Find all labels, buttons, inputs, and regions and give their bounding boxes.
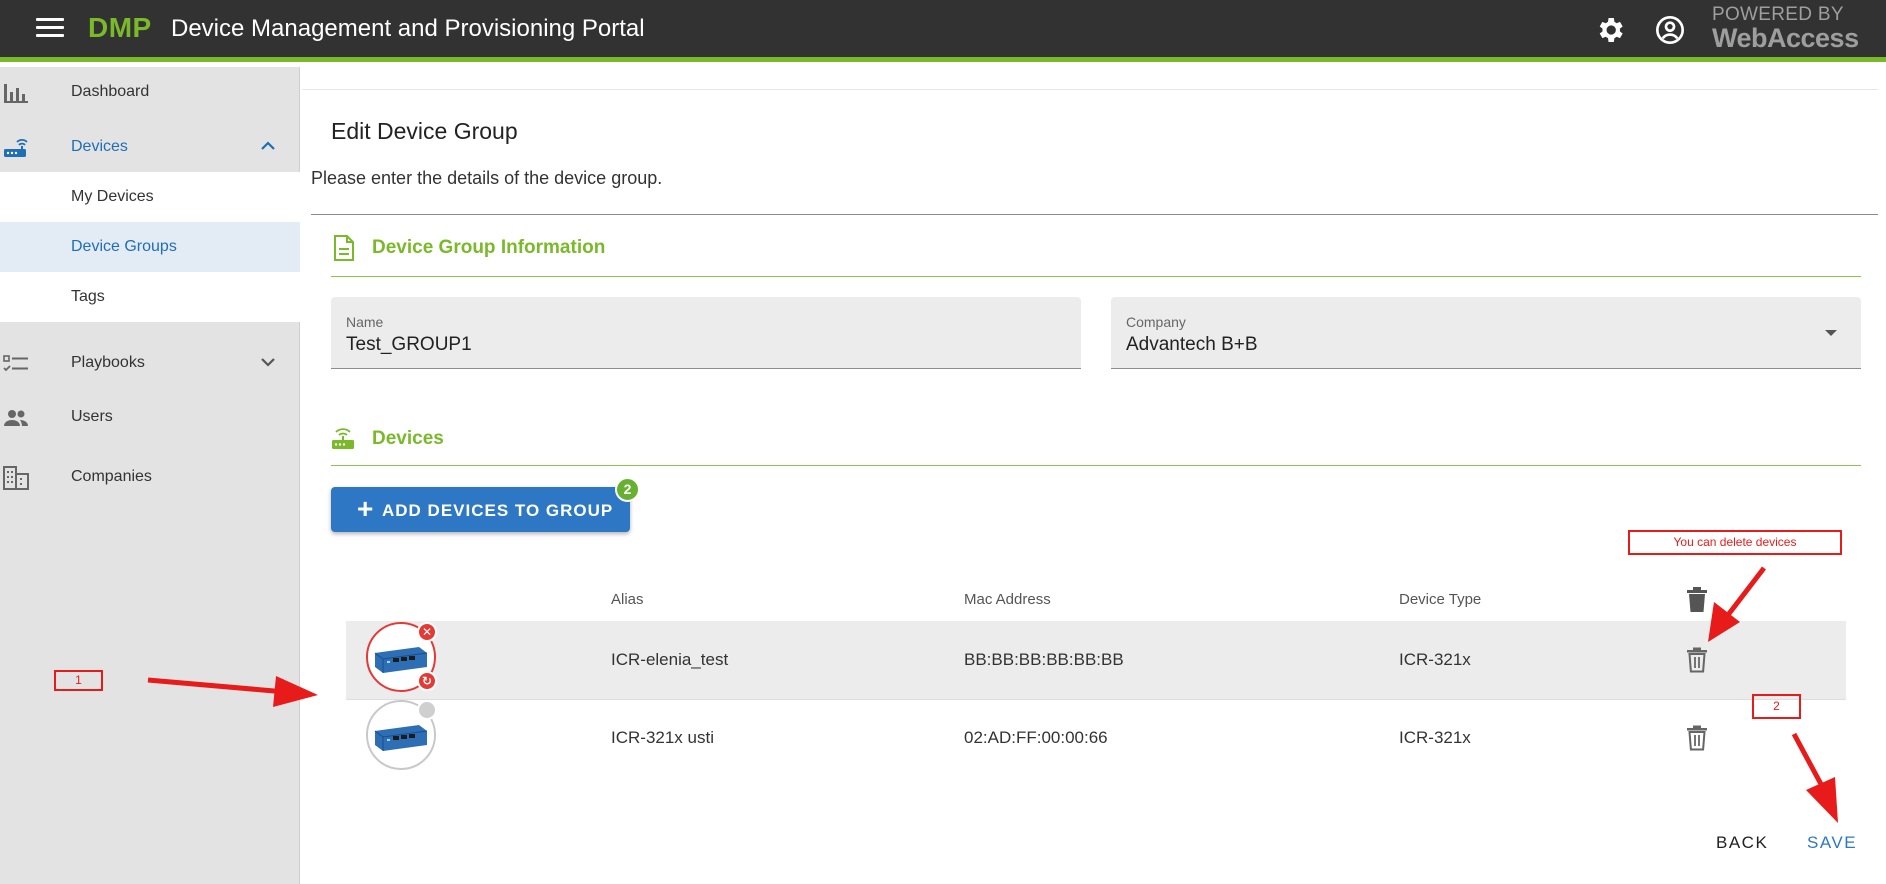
divider [311,214,1878,215]
sidebar-item-label: Users [71,408,113,425]
sidebar-item-dashboard[interactable]: Dashboard [0,67,300,117]
name-field-label: Name [346,314,384,330]
company-select-value: Advantech B+B [1126,334,1258,355]
section-header-info: Device Group Information [331,234,731,264]
powered-by-text: POWERED BY [1712,4,1844,25]
delete-row-icon[interactable] [1685,725,1709,751]
sidebar-item-devices[interactable]: Devices [0,122,300,172]
plus-icon: + [357,493,374,524]
powered-by-logo: POWERED BY WebAccess [1712,5,1859,52]
delete-row-icon[interactable] [1685,647,1709,673]
sidebar-item-label: Playbooks [71,354,145,371]
divider [302,89,1878,90]
router-device-icon [374,647,428,673]
menu-icon[interactable] [36,18,64,42]
section-header-devices: Devices [331,425,631,455]
sidebar-item-tags[interactable]: Tags [0,272,300,322]
section-divider [331,276,1861,277]
sidebar-item-companies[interactable]: Companies [0,452,300,502]
dropdown-arrow-icon[interactable] [1825,330,1837,336]
webaccess-text: WebAccess [1712,23,1859,53]
devices-submenu: My Devices Device Groups Tags [0,172,300,322]
offline-status-icon [417,700,437,720]
settings-icon[interactable] [1594,14,1626,46]
cell-mac: BB:BB:BB:BB:BB:BB [964,650,1124,669]
sidebar-item-users[interactable]: Users [0,392,300,442]
app-header: DMP Device Management and Provisioning P… [0,0,1886,62]
annotation-delete-note: You can delete devices [1628,530,1842,555]
page-subtitle: Please enter the details of the device g… [311,168,663,188]
add-devices-button-label: ADD DEVICES TO GROUP [382,501,614,520]
column-header-type[interactable]: Device Type [1399,591,1481,608]
sidebar-item-device-groups[interactable]: Device Groups [0,222,300,272]
brand-logo[interactable]: DMP [88,12,152,44]
error-status-icon: ✕ [417,622,437,642]
sidebar: Dashboard Devices My Devices Device Grou… [0,67,300,884]
count-badge: 2 [615,477,640,502]
column-header-mac[interactable]: Mac Address [964,591,1051,608]
checklist-icon [3,355,28,372]
sidebar-subitem-label: Tags [71,288,105,305]
add-devices-button[interactable]: + ADD DEVICES TO GROUP [331,487,630,532]
annotation-label-1: 1 [54,670,103,691]
company-select[interactable]: Company Advantech B+B [1111,297,1861,369]
sidebar-item-my-devices[interactable]: My Devices [0,172,300,222]
back-button[interactable]: BACK [1716,833,1768,853]
section-divider [331,465,1861,466]
sidebar-item-label: Dashboard [71,83,150,100]
device-avatar: ✕ ↻ [366,622,437,692]
page-title: Edit Device Group [331,118,518,144]
cell-alias: ICR-321x usti [611,728,714,747]
router-device-icon [374,725,428,751]
router-icon [4,139,28,157]
chevron-down-icon[interactable] [258,352,278,372]
annotation-label-2: 2 [1752,694,1801,719]
people-icon [4,410,28,426]
sidebar-subitem-label: Device Groups [71,238,177,255]
sidebar-item-playbooks[interactable]: Playbooks [0,338,300,388]
router-icon [332,428,354,449]
sidebar-item-label: Companies [71,468,152,485]
app-title: Device Management and Provisioning Porta… [171,15,645,42]
account-icon[interactable] [1654,14,1686,46]
building-icon [3,466,29,490]
save-button[interactable]: SAVE [1807,833,1857,853]
company-select-label: Company [1126,314,1186,330]
bar-chart-icon [4,84,28,103]
name-field[interactable]: Name Test_GROUP1 [331,297,1081,369]
cell-type: ICR-321x [1399,650,1471,669]
chevron-up-icon[interactable] [258,136,278,156]
column-header-alias[interactable]: Alias [611,591,644,608]
cell-mac: 02:AD:FF:00:00:66 [964,728,1108,747]
device-avatar [366,700,437,770]
document-icon [334,235,354,261]
delete-all-icon[interactable] [1685,587,1709,613]
sidebar-subitem-label: My Devices [71,188,154,205]
cell-type: ICR-321x [1399,728,1471,747]
sync-status-icon: ↻ [417,671,437,691]
section-title: Device Group Information [372,237,606,258]
section-title: Devices [372,428,444,449]
name-field-value[interactable]: Test_GROUP1 [346,334,472,356]
sidebar-item-label: Devices [71,138,128,155]
cell-alias: ICR-elenia_test [611,650,729,669]
